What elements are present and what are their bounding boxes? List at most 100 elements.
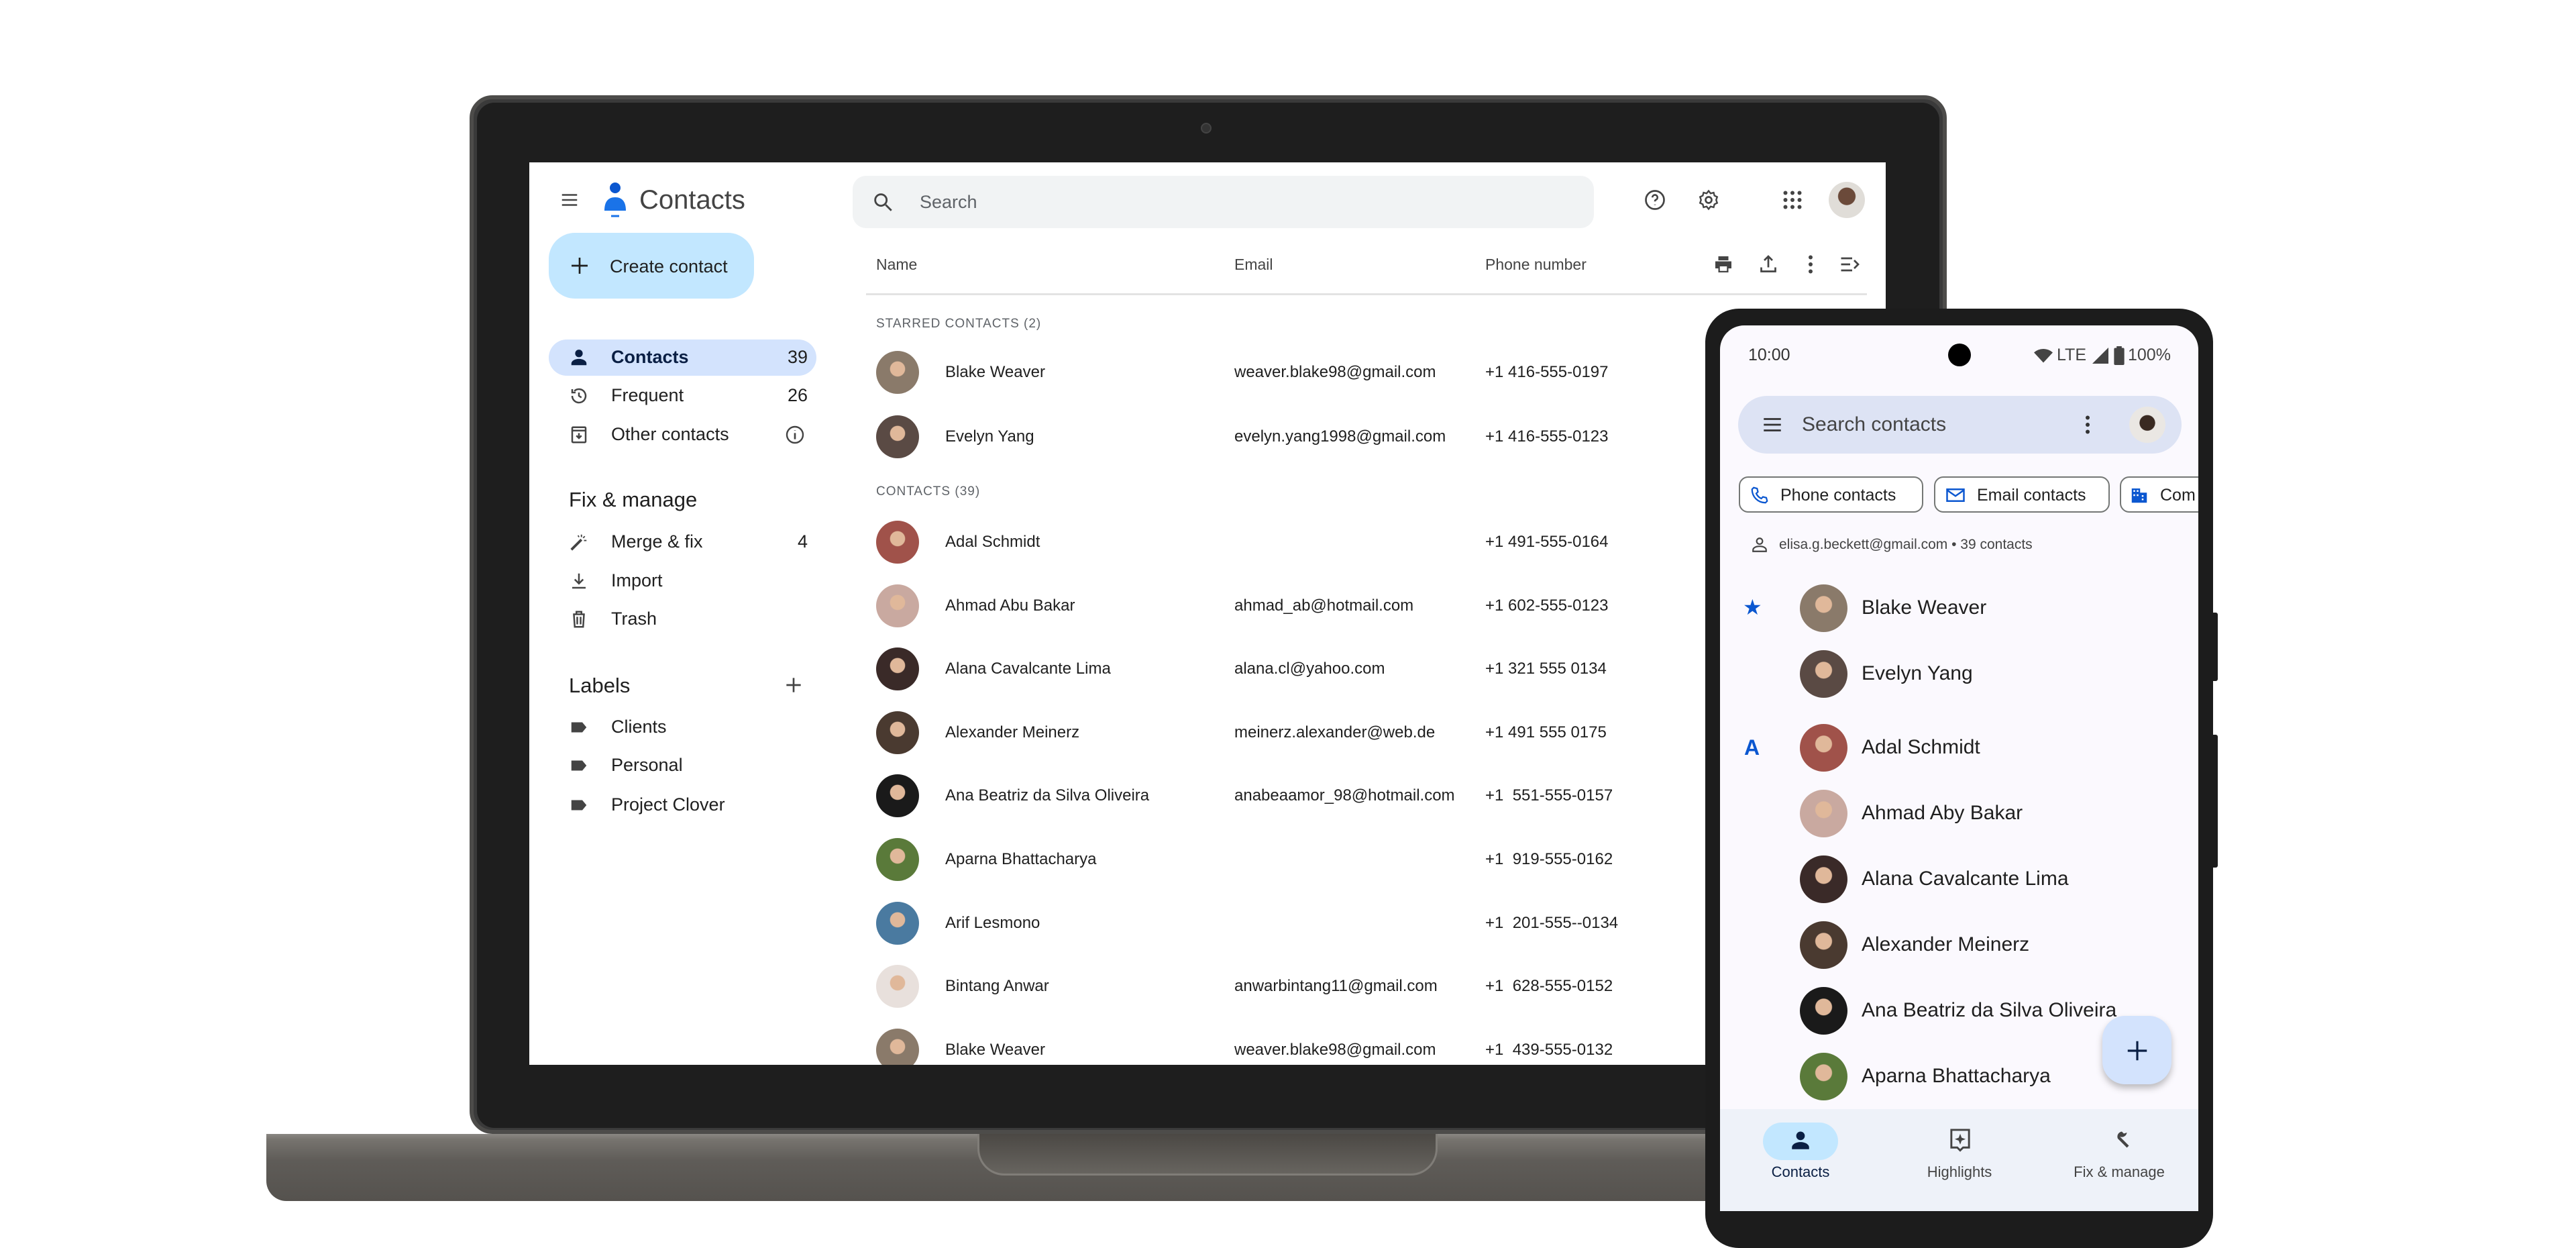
contact-name: Alana Cavalcante Lima	[1862, 868, 2069, 890]
contact-phone: +1 602-555-0123	[1485, 596, 1609, 615]
contact-avatar	[876, 1028, 919, 1065]
label-item[interactable]: Personal	[611, 756, 683, 774]
mobile-contact-item[interactable]: Alana Cavalcante Lima	[1720, 849, 2198, 909]
contacts-section-heading: CONTACTS (39)	[876, 484, 981, 499]
desktop-contacts-app: Contacts Create contact Contacts 39 Freque…	[529, 162, 1886, 1065]
contact-avatar	[876, 584, 919, 627]
contact-name: Adal Schmidt	[945, 533, 1040, 551]
label-icon	[571, 722, 587, 733]
sidebar-item-merge-fix[interactable]: Merge & fix	[611, 533, 703, 551]
column-header-name[interactable]: Name	[876, 257, 917, 272]
contact-avatar	[876, 521, 919, 564]
contact-email: anwarbintang11@gmail.com	[1234, 977, 1438, 996]
contacts-logo-icon	[604, 183, 626, 217]
phone-icon	[1751, 486, 1768, 504]
chip-phone-contacts[interactable]: Phone contacts	[1739, 476, 1923, 513]
sidebar-item-contacts[interactable]: Contacts	[611, 348, 689, 366]
add-contact-fab[interactable]	[2102, 1016, 2171, 1084]
column-header-email[interactable]: Email	[1234, 257, 1273, 272]
sidebar-item-other-contacts[interactable]: Other contacts	[611, 425, 729, 444]
chip-email-contacts[interactable]: Email contacts	[1934, 476, 2110, 513]
contact-name: Blake Weaver	[945, 363, 1045, 381]
print-icon[interactable]	[1711, 252, 1735, 276]
wrench-icon[interactable]	[2108, 1128, 2132, 1153]
mobile-contacts-app: 10:00 LTE 100% Search contacts Phone con…	[1720, 325, 2198, 1211]
mobile-contact-item[interactable]: Evelyn Yang	[1720, 643, 2198, 704]
starred-section-heading: STARRED CONTACTS (2)	[876, 317, 1042, 331]
contact-name: Evelyn Yang	[1862, 662, 1973, 684]
contact-avatar	[1800, 724, 1847, 772]
nav-fix-manage[interactable]: Fix & manage	[2074, 1165, 2165, 1180]
contact-name: Adal Schmidt	[1862, 736, 1980, 758]
contact-phone: +1 416-555-0197	[1485, 363, 1609, 381]
contact-email: alana.cl@yahoo.com	[1234, 660, 1385, 678]
contact-name: Arif Lesmono	[945, 913, 1040, 932]
column-settings-icon[interactable]	[1838, 252, 1862, 276]
contact-phone: +1 491-555-0164	[1485, 533, 1609, 551]
contact-phone: +1 551-555-0157	[1485, 786, 1613, 805]
contact-phone: +1 919-555-0162	[1485, 850, 1613, 868]
label-item[interactable]: Project Clover	[611, 796, 725, 814]
contact-avatar	[1800, 650, 1847, 698]
contact-name: Bintang Anwar	[945, 977, 1049, 996]
create-contact-button[interactable]: Create contact	[549, 233, 754, 299]
building-icon	[2131, 488, 2147, 503]
nav-highlights[interactable]: Highlights	[1927, 1165, 1992, 1180]
contact-avatar	[876, 647, 919, 691]
webcam	[1201, 123, 1212, 134]
account-avatar[interactable]	[2129, 407, 2165, 443]
contact-avatar	[876, 351, 919, 394]
contact-name: Aparna Bhattacharya	[945, 850, 1097, 868]
trash-icon	[573, 611, 585, 628]
account-summary: elisa.g.beckett@gmail.com • 39 contacts	[1779, 537, 2033, 552]
search-icon	[874, 193, 892, 211]
contact-avatar	[1800, 1053, 1847, 1100]
nav-contacts[interactable]: Contacts	[1772, 1165, 1830, 1180]
label-item[interactable]: Clients	[611, 718, 667, 736]
more-vert-icon[interactable]	[2076, 413, 2100, 437]
mobile-contact-item[interactable]: Alexander Meinerz	[1720, 915, 2198, 975]
battery-icon	[2114, 346, 2125, 365]
info-icon[interactable]	[784, 424, 806, 446]
item-count: 4	[797, 531, 808, 552]
signal-icon	[2092, 348, 2108, 364]
mobile-contact-item[interactable]: Ahmad Aby Bakar	[1720, 783, 2198, 843]
search-placeholder: Search	[920, 192, 977, 212]
person-icon	[571, 350, 587, 366]
chip-label: Phone contacts	[1780, 486, 1896, 505]
wifi-icon	[2034, 348, 2053, 363]
chip-label: Email contacts	[1977, 486, 2086, 505]
menu-icon[interactable]	[1760, 413, 1784, 436]
contact-name: Blake Weaver	[1862, 596, 1987, 619]
create-contact-label: Create contact	[610, 256, 728, 276]
mobile-search-bar[interactable]: Search contacts	[1738, 396, 2182, 454]
column-header-phone[interactable]: Phone number	[1485, 257, 1587, 272]
search-input[interactable]: Search	[853, 176, 1594, 228]
item-count: 39	[787, 347, 808, 367]
mobile-contact-item[interactable]: Blake Weaver	[1720, 578, 2198, 638]
contact-avatar	[876, 838, 919, 881]
chip-company[interactable]: Com	[2120, 476, 2198, 513]
network-type: LTE	[2057, 346, 2086, 364]
sidebar-item-frequent[interactable]: Frequent	[611, 386, 684, 405]
account-avatar[interactable]	[1829, 182, 1865, 218]
contact-name: Blake Weaver	[945, 1040, 1045, 1059]
contact-email: meinerz.alexander@web.de	[1234, 723, 1436, 741]
export-icon[interactable]	[1756, 252, 1780, 276]
more-vert-icon[interactable]	[1799, 252, 1823, 276]
contact-avatar	[876, 901, 919, 945]
battery-level: 100%	[2128, 346, 2171, 364]
contact-phone: +1 321 555 0134	[1485, 660, 1607, 678]
contact-avatar	[876, 965, 919, 1008]
sidebar-item-trash[interactable]: Trash	[611, 610, 657, 628]
help-icon[interactable]	[1643, 188, 1667, 212]
highlights-icon[interactable]	[1948, 1128, 1972, 1153]
settings-gear-icon[interactable]	[1697, 188, 1721, 212]
add-label-icon[interactable]	[783, 674, 804, 696]
apps-grid-icon[interactable]	[1780, 188, 1805, 212]
sidebar-item-import[interactable]: Import	[611, 572, 663, 590]
contact-email: evelyn.yang1998@gmail.com	[1234, 427, 1446, 446]
menu-icon[interactable]	[559, 190, 580, 210]
mail-icon	[1946, 488, 1965, 502]
mobile-contact-item[interactable]: Adal Schmidt	[1720, 717, 2198, 778]
